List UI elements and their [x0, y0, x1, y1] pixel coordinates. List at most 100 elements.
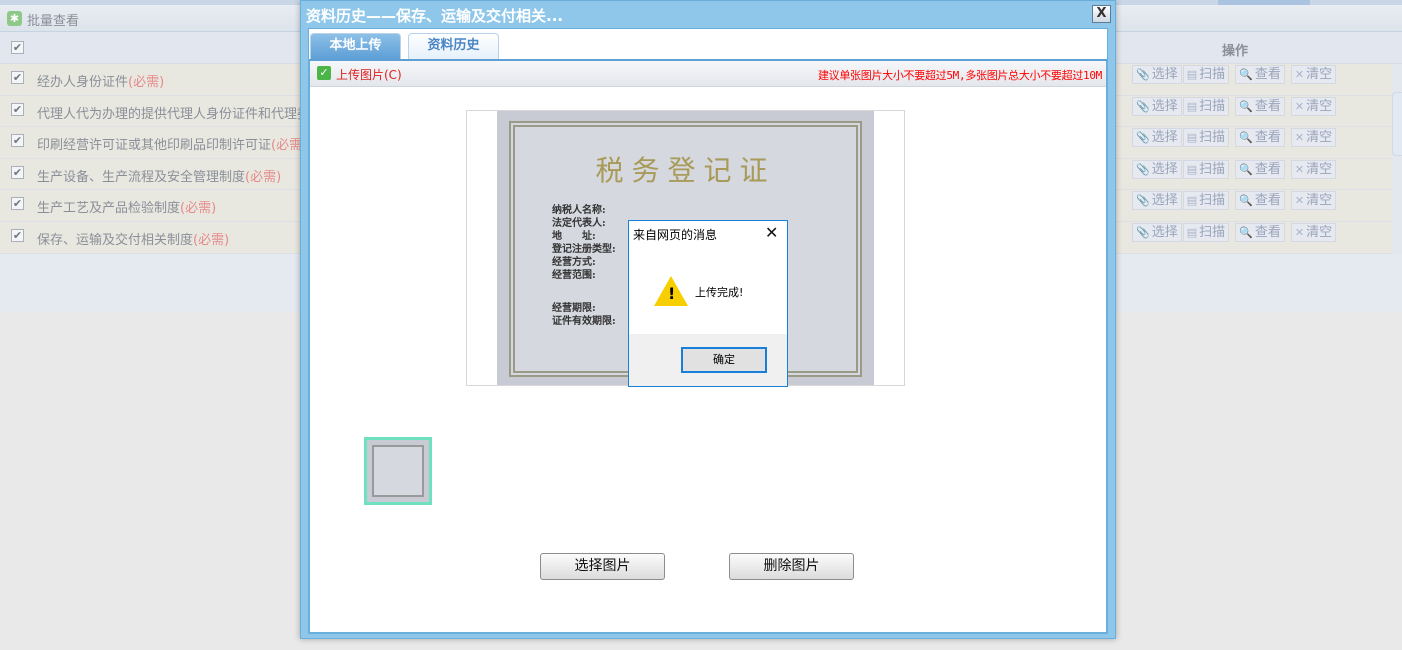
- alert-title: 来自网页的消息: [633, 228, 718, 242]
- x-icon: ✕: [1294, 162, 1305, 176]
- row-label: 生产工艺及产品检验制度(必需): [37, 197, 216, 216]
- scan-label: 扫描: [1199, 161, 1226, 177]
- printer-icon: ▤: [1186, 68, 1198, 81]
- alert-close-icon[interactable]: ✕: [765, 223, 778, 242]
- tab-history[interactable]: 资料历史: [408, 33, 499, 59]
- select-button[interactable]: 📎 选择: [1132, 96, 1182, 116]
- paperclip-icon: 📎: [1136, 226, 1150, 239]
- clear-button[interactable]: ✕ 清空: [1290, 65, 1337, 84]
- alert-ok-button[interactable]: 确定: [681, 347, 767, 373]
- scan-button[interactable]: ▤ 扫描: [1182, 223, 1230, 242]
- delete-image-button[interactable]: 删除图片: [729, 553, 854, 580]
- doc-name: 生产工艺及产品检验制度: [37, 201, 181, 217]
- magnifier-icon: 🔍: [1239, 68, 1253, 81]
- clear-button[interactable]: ✕ 清空: [1290, 223, 1337, 242]
- select-label: 选择: [1151, 130, 1178, 146]
- select-label: 选择: [1151, 225, 1178, 240]
- printer-icon: ▤: [1186, 99, 1198, 113]
- clear-button[interactable]: ✕ 清空: [1290, 128, 1337, 148]
- op-header: 操作: [1222, 44, 1249, 59]
- upload-toolbar: ✓ 上传图片(C) 建议单张图片大小不要超过5M,多张图片总大小不要超过10M: [310, 61, 1106, 87]
- row-checkbox[interactable]: ✔: [11, 165, 24, 179]
- scan-button[interactable]: ▤ 扫描: [1182, 128, 1230, 148]
- select-button[interactable]: 📎 选择: [1132, 128, 1182, 148]
- row-checkbox[interactable]: ✔: [11, 134, 24, 148]
- select-all-checkbox[interactable]: ✔: [11, 41, 24, 54]
- scan-button[interactable]: ▤ 扫描: [1182, 159, 1230, 179]
- paperclip-icon: 📎: [1136, 131, 1150, 145]
- row-checkbox[interactable]: ✔: [11, 229, 24, 242]
- upload-image-link[interactable]: 上传图片(C): [336, 66, 402, 83]
- alert-message: 上传完成!: [695, 286, 744, 299]
- doc-name: 代理人代为办理的提供代理人身份证件和代理委托: [37, 106, 324, 122]
- select-button[interactable]: 📎 选择: [1132, 159, 1182, 179]
- x-icon: ✕: [1294, 68, 1305, 81]
- x-icon: ✕: [1294, 99, 1305, 113]
- doc-name: 印刷经营许可证或其他印刷品印制许可证: [37, 138, 272, 154]
- row-checkbox[interactable]: ✔: [11, 197, 24, 211]
- clear-label: 清空: [1306, 193, 1333, 209]
- paperclip-icon: 📎: [1136, 194, 1150, 208]
- tab-local-upload[interactable]: 本地上传: [310, 33, 401, 59]
- required-tag: (必需): [245, 169, 282, 185]
- view-label: 查看: [1254, 161, 1281, 177]
- select-image-button[interactable]: 选择图片: [540, 553, 665, 580]
- view-button[interactable]: 🔍 查看: [1235, 65, 1285, 84]
- magnifier-icon: 🔍: [1239, 162, 1253, 176]
- alert-dialog: 来自网页的消息 ✕ ! 上传完成! 确定: [628, 220, 788, 387]
- magnifier-icon: 🔍: [1239, 226, 1253, 239]
- paperclip-icon: 📎: [1136, 99, 1150, 113]
- select-label: 选择: [1151, 67, 1178, 82]
- row-checkbox[interactable]: ✔: [11, 71, 24, 84]
- view-button[interactable]: 🔍 查看: [1235, 128, 1285, 148]
- select-button[interactable]: 📎 选择: [1132, 191, 1182, 211]
- view-label: 查看: [1254, 193, 1281, 209]
- scan-label: 扫描: [1199, 67, 1226, 82]
- clear-label: 清空: [1306, 67, 1333, 82]
- alert-footer: 确定: [629, 334, 787, 386]
- panel-title: 批量查看: [27, 14, 80, 29]
- scan-button[interactable]: ▤ 扫描: [1182, 65, 1230, 84]
- select-label: 选择: [1151, 193, 1178, 209]
- row-label: 保存、运输及交付相关制度(必需): [37, 229, 229, 248]
- printer-icon: ▤: [1186, 226, 1198, 239]
- clear-button[interactable]: ✕ 清空: [1290, 191, 1337, 211]
- magnifier-icon: 🔍: [1239, 194, 1253, 208]
- required-tag: (必需): [180, 201, 217, 217]
- dialog-close-button[interactable]: X: [1092, 5, 1111, 23]
- doc-name: 保存、运输及交付相关制度: [37, 233, 194, 248]
- select-label: 选择: [1151, 98, 1178, 114]
- certificate-field: 经营范围:: [552, 270, 596, 281]
- row-label: 生产设备、生产流程及安全管理制度(必需): [37, 166, 281, 185]
- view-button[interactable]: 🔍 查看: [1235, 159, 1285, 179]
- printer-icon: ▤: [1186, 131, 1198, 145]
- select-button[interactable]: 📎 选择: [1132, 65, 1182, 84]
- clear-button[interactable]: ✕ 清空: [1290, 159, 1337, 179]
- row-label: 代理人代为办理的提供代理人身份证件和代理委托: [37, 103, 323, 122]
- size-tip: 建议单张图片大小不要超过5M,多张图片总大小不要超过10M: [817, 69, 1102, 82]
- scan-label: 扫描: [1199, 98, 1226, 114]
- view-label: 查看: [1254, 98, 1281, 114]
- scan-button[interactable]: ▤ 扫描: [1182, 191, 1230, 211]
- x-icon: ✕: [1294, 131, 1305, 145]
- required-tag: (必需): [128, 75, 165, 90]
- select-button[interactable]: 📎 选择: [1132, 223, 1182, 242]
- scan-label: 扫描: [1199, 225, 1226, 240]
- view-button[interactable]: 🔍 查看: [1235, 191, 1285, 211]
- clear-label: 清空: [1306, 130, 1333, 146]
- side-tab[interactable]: [1392, 92, 1402, 156]
- clear-label: 清空: [1306, 225, 1333, 240]
- view-button[interactable]: 🔍 查看: [1235, 96, 1285, 116]
- required-tag: (必需): [193, 233, 230, 248]
- view-button[interactable]: 🔍 查看: [1235, 223, 1285, 242]
- row-label: 经办人身份证件(必需): [37, 71, 164, 90]
- x-icon: ✕: [1294, 226, 1305, 239]
- row-checkbox[interactable]: ✔: [11, 102, 24, 116]
- certificate-heading: 税务登记证: [595, 154, 776, 187]
- doc-name: 经办人身份证件: [37, 75, 129, 90]
- clear-button[interactable]: ✕ 清空: [1290, 96, 1337, 116]
- paperclip-icon: 📎: [1136, 162, 1150, 176]
- image-thumbnail[interactable]: [364, 437, 432, 505]
- printer-icon: ▤: [1186, 194, 1198, 208]
- scan-button[interactable]: ▤ 扫描: [1182, 96, 1230, 116]
